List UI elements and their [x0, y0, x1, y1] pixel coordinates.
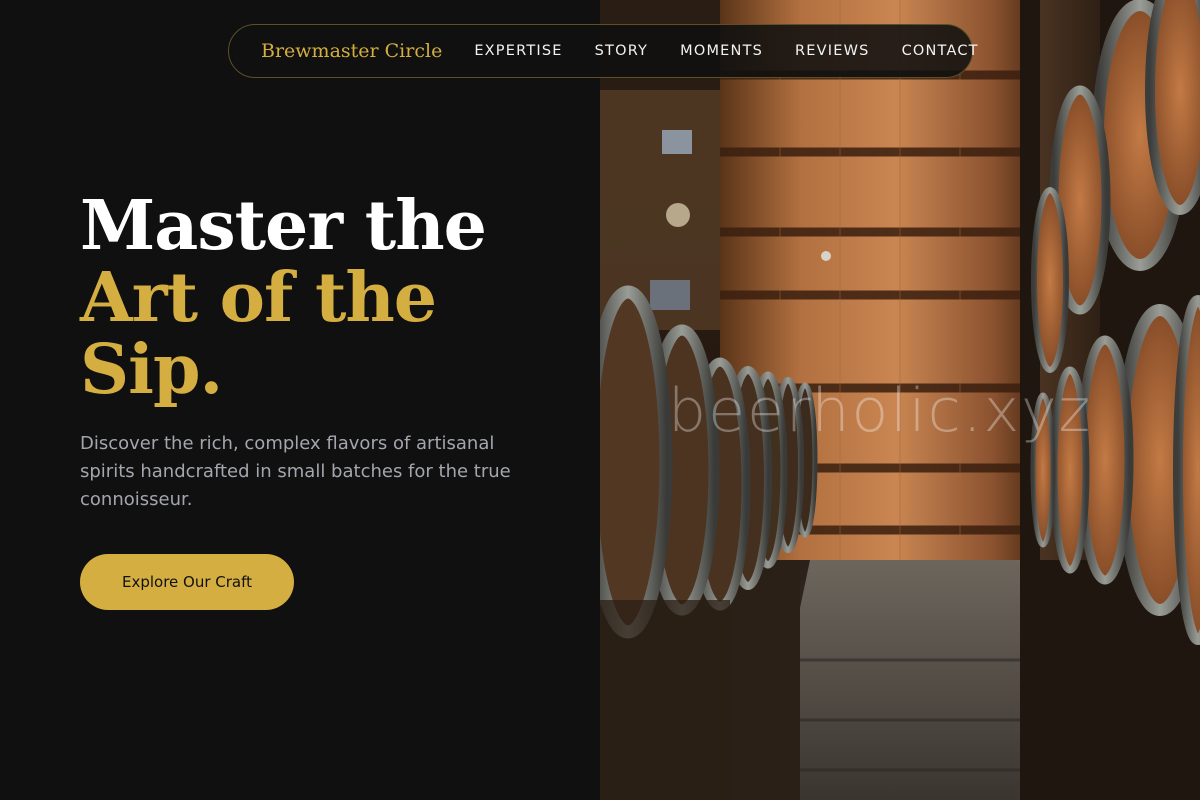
hero-heading-line-1: Master the — [80, 186, 487, 266]
nav-link-story[interactable]: STORY — [595, 43, 648, 59]
nav-link-expertise[interactable]: EXPERTISE — [474, 43, 562, 59]
watermark-text: beerholic.xyz — [668, 376, 1093, 446]
brand-logo-text[interactable]: Brewmaster Circle — [261, 40, 442, 62]
hero-heading: Master the Art of the Sip. — [80, 190, 560, 406]
nav-link-contact[interactable]: CONTACT — [902, 43, 979, 59]
hero-heading-line-2: Art of the — [80, 258, 437, 338]
explore-craft-button[interactable]: Explore Our Craft — [80, 554, 294, 610]
top-navigation: Brewmaster Circle EXPERTISE STORY MOMENT… — [228, 24, 978, 78]
nav-link-reviews[interactable]: REVIEWS — [795, 43, 870, 59]
hero-description: Discover the rich, complex flavors of ar… — [80, 433, 511, 510]
hero-heading-line-3: Sip. — [80, 330, 223, 410]
nav-link-moments[interactable]: MOMENTS — [680, 43, 763, 59]
